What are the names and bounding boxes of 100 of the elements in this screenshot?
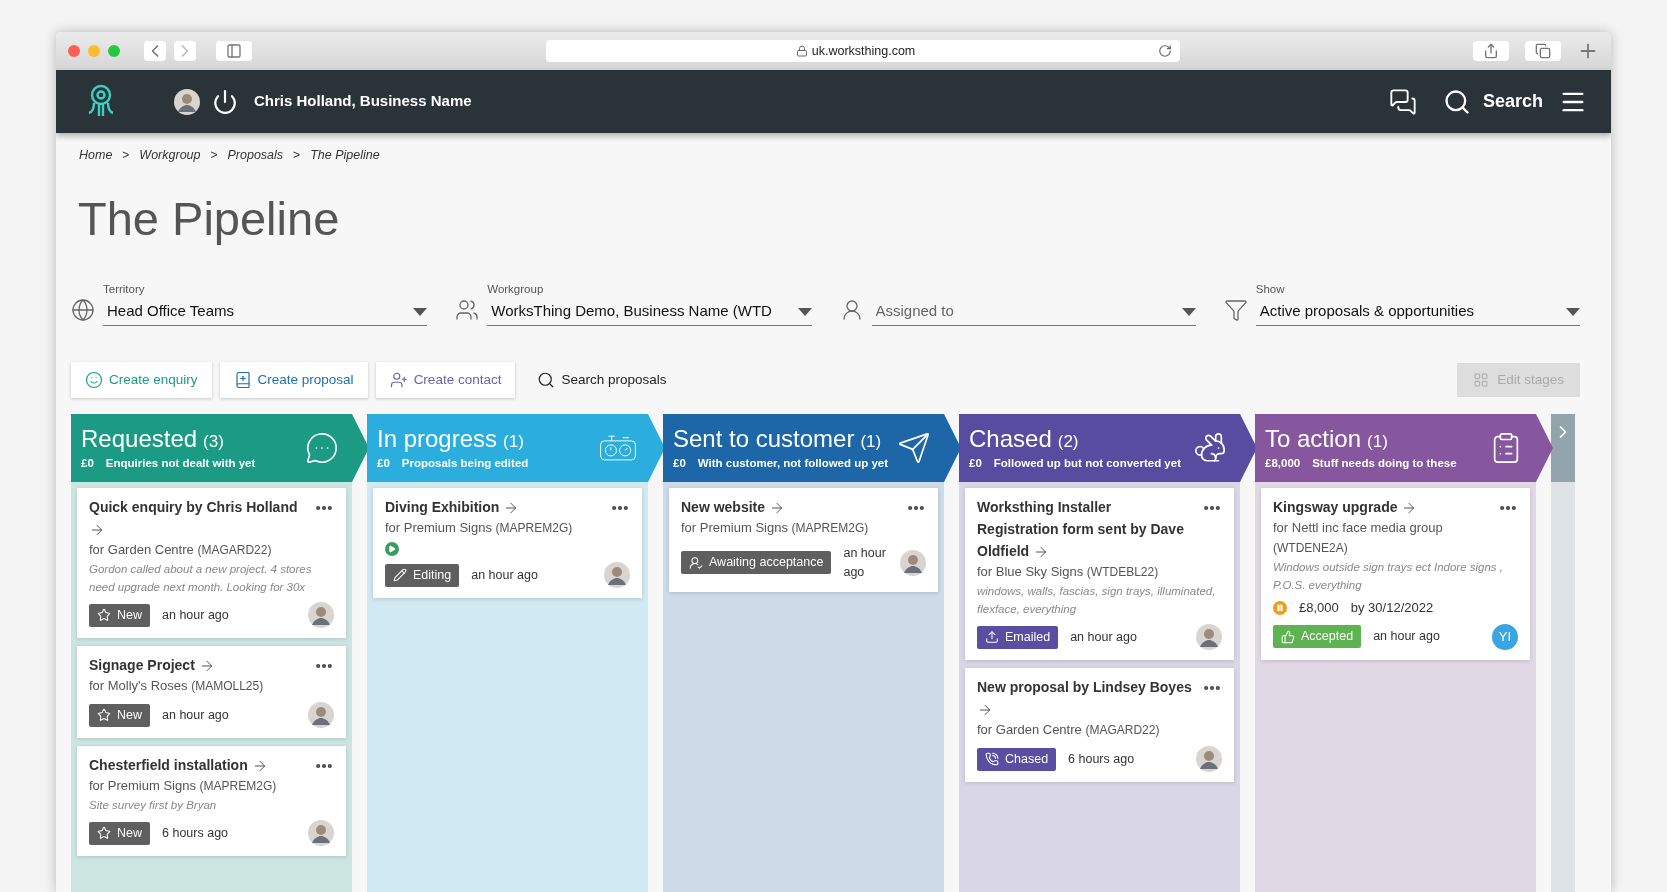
breadcrumb-link[interactable]: The Pipeline	[310, 146, 380, 165]
book-plus-icon	[233, 371, 252, 389]
pencil-icon	[393, 568, 407, 582]
proposal-card[interactable]: Signage Project for Molly's Roses (MAMOLL25) New an hour ago	[77, 646, 346, 738]
card-note: Windows outside sign trays ect Indore signs , P.O.S. everything	[1273, 560, 1504, 593]
assigned-to-field[interactable]: Assigned to	[875, 300, 1174, 323]
card-title[interactable]: Kingsway upgrade	[1273, 496, 1490, 518]
proposal-card[interactable]: Worksthing Installer Registration form sent by Dave Oldfield for Blue Sky Signs (WTDEBL22) windows, walls, fascias, sign trays, illuminated, flexface, everything Emailed an hour ago	[965, 488, 1234, 660]
card-note: Site survey first by Bryan	[89, 798, 218, 813]
filter-label: Territory	[103, 281, 146, 297]
dropdown-caret-icon	[413, 307, 428, 316]
search-icon[interactable]	[1442, 87, 1471, 116]
share-icon[interactable]	[1473, 41, 1509, 61]
client-name: for Garden Centre (MAGARD22)	[89, 541, 273, 559]
card-title[interactable]: New proposal by Lindsey Boyes	[977, 676, 1194, 720]
address-bar[interactable]: uk.worksthing.com	[545, 40, 1180, 62]
proposal-card[interactable]: Kingsway upgrade for Nettl inc face media group (WTDENE2A) Windows outside sign trays ect Indore signs , P.O.S. everything £8,000 by 30/12/2022 Accepted an hour ago YI	[1261, 488, 1530, 660]
client-name: for Blue Sky Signs (WTDEBL22)	[977, 563, 1160, 581]
dropdown-caret-icon	[1566, 307, 1580, 316]
stage-title: Requested	[81, 424, 198, 455]
status-badge[interactable]: Emailed	[977, 625, 1059, 649]
tabs-icon[interactable]	[1525, 41, 1561, 61]
avatar-icon	[604, 562, 630, 588]
lock-icon	[795, 45, 808, 57]
stage-title: To action	[1265, 424, 1362, 455]
create-button[interactable]: Create contact	[375, 362, 516, 398]
breadcrumb-separator: >	[122, 147, 130, 165]
stage-description: Proposals being edited	[401, 455, 529, 471]
star-icon	[97, 826, 111, 840]
star-icon	[97, 708, 111, 722]
proposal-card[interactable]: Quick enquiry by Chris Holland for Garden Centre (MAGARD22) Gordon called about a new project. 4 stores need upgrade next month. Looking for 30x New an hour ago	[77, 488, 346, 638]
back-icon[interactable]	[144, 41, 166, 61]
stage-title: In progress	[377, 424, 498, 455]
phone-icon	[985, 752, 999, 766]
card-title[interactable]: Chesterfield installation	[89, 754, 306, 776]
breadcrumb-link[interactable]: Home	[79, 146, 113, 165]
play-icon[interactable]	[385, 542, 399, 556]
stage-description: Followed up but not converted yet	[993, 455, 1181, 471]
stage-description: Enquiries not dealt with yet	[105, 455, 256, 471]
proposal-card[interactable]: Chesterfield installation for Premium Signs (MAPREM2G) Site survey first by Bryan New 6 hours ago	[77, 746, 346, 856]
client-name: for Molly's Roses (MAMOLL25)	[89, 677, 265, 695]
card-title[interactable]: Signage Project	[89, 654, 306, 676]
stage-amount: £0	[81, 455, 94, 471]
globe-icon	[71, 298, 95, 322]
time-ago: an hour ago	[162, 606, 230, 624]
grid-icon	[1473, 372, 1490, 388]
avatar-icon	[308, 602, 334, 628]
sidebar-icon[interactable]	[216, 41, 252, 61]
filter-dropdown[interactable]: Active proposals & opportunities	[1255, 298, 1580, 326]
search-icon	[537, 371, 556, 389]
stage-count: (2)	[1057, 431, 1079, 454]
proposal-card[interactable]: Diving Exhibition for Premium Signs (MAPREM2G) Editing an hour ago	[373, 488, 642, 598]
card-note: windows, walls, fascias, sign trays, illuminated, flexface, everything	[977, 584, 1217, 617]
status-badge[interactable]: Awaiting acceptance	[681, 551, 832, 575]
user-name[interactable]: Chris Holland, Business Name	[254, 90, 472, 113]
card-title[interactable]: New website	[681, 496, 898, 518]
stage-title: Chased	[969, 424, 1052, 455]
status-badge[interactable]: Chased	[977, 747, 1057, 771]
card-title[interactable]: Worksthing Installer Registration form sent by Dave Oldfield	[977, 496, 1194, 562]
card-note: Gordon called about a new project. 4 stores need upgrade next month. Looking for 30x	[89, 562, 313, 595]
stage-count: (1)	[860, 431, 882, 454]
due-date: by 30/12/2022	[1350, 599, 1434, 617]
card-title[interactable]: Diving Exhibition	[385, 496, 602, 518]
url-text: uk.worksthing.com	[811, 42, 916, 60]
breadcrumb-separator: >	[210, 147, 218, 165]
avatar-icon	[174, 88, 200, 115]
proposal-card[interactable]: New proposal by Lindsey Boyes for Garden Centre (MAGARD22) Chased 6 hours ago	[965, 668, 1234, 782]
stage-count: (1)	[503, 431, 524, 454]
star-icon	[97, 608, 111, 622]
filter-dropdown[interactable]: WorksThing Demo, Business Name (WTD	[487, 298, 812, 326]
status-badge[interactable]: New	[89, 703, 150, 727]
avatar-icon	[308, 820, 334, 846]
status-badge[interactable]: New	[89, 821, 150, 845]
create-button[interactable]: Create proposal	[219, 362, 368, 398]
search-link[interactable]: Search	[1482, 88, 1543, 115]
power-icon[interactable]	[212, 88, 238, 115]
dropdown-caret-icon	[797, 307, 812, 316]
filter-dropdown[interactable]: Head Office Teams	[103, 298, 428, 326]
status-badge[interactable]: New	[89, 603, 150, 627]
search-button[interactable]: Search proposals	[523, 362, 681, 398]
breadcrumb-link[interactable]: Proposals	[227, 146, 284, 165]
breadcrumb-link[interactable]: Workgroup	[139, 146, 201, 165]
group-icon	[455, 298, 480, 322]
reload-icon[interactable]	[1157, 44, 1172, 58]
client-name: for Premium Signs (MAPREM2G)	[681, 519, 870, 537]
thumbs-up-icon	[1281, 629, 1295, 644]
filter-icon	[1223, 298, 1248, 322]
stage-title: Sent to customer	[673, 424, 855, 455]
create-button[interactable]: Create enquiry	[71, 362, 212, 398]
status-badge[interactable]: Editing	[385, 563, 460, 587]
stage-count: (3)	[203, 431, 224, 454]
card-value: £8,000	[1299, 599, 1339, 617]
stage-count: (1)	[1367, 431, 1388, 454]
avatar-icon	[308, 702, 334, 728]
proposal-card[interactable]: New website for Premium Signs (MAPREM2G) Awaiting acceptance an hour ago	[669, 488, 938, 592]
avatar-icon	[1196, 624, 1222, 650]
avatar-icon	[1196, 746, 1222, 772]
card-title[interactable]: Quick enquiry by Chris Holland	[89, 496, 306, 540]
time-ago: 6 hours ago	[1068, 750, 1136, 768]
client-name: for Premium Signs (MAPREM2G)	[89, 777, 278, 795]
